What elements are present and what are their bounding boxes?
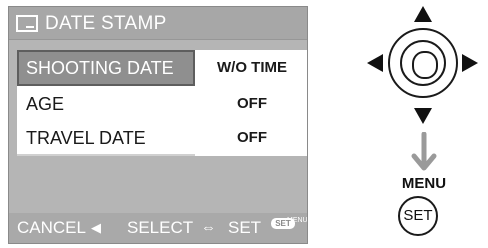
menu-title: DATE STAMP (45, 13, 167, 34)
menu-set-badge-bottom: SET (271, 218, 295, 229)
press-down-arrow-icon (411, 132, 437, 171)
camera-menu-screen: DATE STAMP SHOOTING DATE W/O TIME AGE OF… (8, 6, 308, 244)
set-hint: SET (228, 218, 262, 237)
directional-pad[interactable] (366, 4, 478, 134)
left-arrow-icon[interactable] (367, 54, 383, 72)
date-stamp-icon (16, 15, 38, 32)
up-arrow-icon[interactable] (414, 6, 432, 22)
select-hint: SELECT (127, 218, 194, 237)
menu-row-shooting-date[interactable]: SHOOTING DATE W/O TIME (9, 50, 307, 86)
menu-row-label[interactable]: SHOOTING DATE (17, 50, 195, 86)
left-right-arrow-icon: ⇔ (201, 219, 216, 236)
menu-row-value: OFF (195, 120, 307, 156)
menu-row-age[interactable]: AGE OFF (9, 86, 307, 122)
left-arrow-icon: ◀ (91, 220, 101, 235)
set-button[interactable]: SET (398, 196, 438, 236)
dpad-center[interactable] (400, 40, 446, 86)
menu-row-label[interactable]: AGE (17, 86, 195, 122)
menu-help-bar: CANCEL ◀ SELECT ⇔ SET MENU SET (9, 213, 307, 243)
menu-row-travel-date[interactable]: TRAVEL DATE OFF (9, 120, 307, 156)
menu-title-bar: DATE STAMP (9, 7, 307, 40)
menu-label: MENU (401, 175, 447, 192)
menu-row-label[interactable]: TRAVEL DATE (17, 120, 195, 156)
menu-row-value: W/O TIME (195, 50, 307, 86)
right-arrow-icon[interactable] (462, 54, 478, 72)
menu-set-badge-icon: MENU SET (271, 217, 307, 239)
dpad-ring (388, 28, 458, 98)
down-arrow-icon[interactable] (414, 108, 432, 124)
menu-row-value: OFF (195, 86, 307, 122)
cancel-hint: CANCEL (17, 218, 86, 237)
